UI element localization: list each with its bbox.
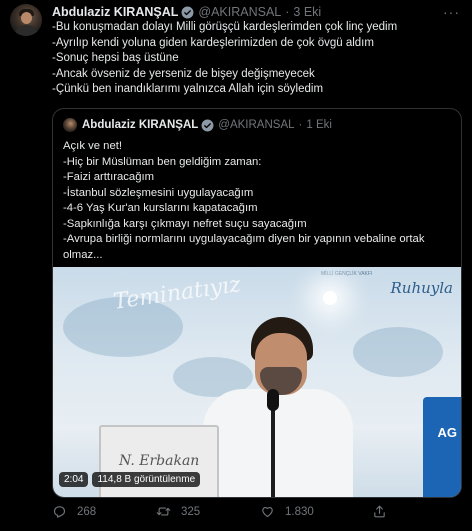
heart-icon xyxy=(262,507,273,518)
quoted-text-line: -Avrupa birliği normlarını uygulayacağım… xyxy=(63,233,425,245)
author-avatar[interactable] xyxy=(10,4,42,36)
like-button[interactable]: 1.830 xyxy=(260,504,314,519)
quoted-text-line: Açık ve net! xyxy=(63,140,123,152)
quoted-author-avatar xyxy=(63,118,77,132)
quoted-tweet-text: Açık ve net! -Hiç bir Müslüman ben geldi… xyxy=(63,139,453,263)
tweet-timestamp[interactable]: 3 Eki xyxy=(293,5,321,19)
video-duration: 2:04 xyxy=(59,472,89,487)
quoted-text-line: -Faizi arttıracağım xyxy=(63,171,155,183)
author-name[interactable]: Abdulaziz KIRANŞAL xyxy=(52,5,178,19)
reply-count: 268 xyxy=(77,505,97,518)
quoted-text-line: olmaz... xyxy=(63,248,103,261)
author-handle[interactable]: @AKIRANSAL xyxy=(198,5,281,19)
quoted-tweet[interactable]: Abdulaziz KIRANŞAL @AKIRANSAL · 1 Eki Aç… xyxy=(52,108,462,498)
video-badges: 2:04 114,8 B görüntülenme xyxy=(59,472,201,487)
quoted-text-line: -4-6 Yaş Kur'an kurslarını kapatacağım xyxy=(63,202,258,214)
quoted-author-handle: @AKIRANSAL xyxy=(218,119,295,131)
quoted-author-name: Abdulaziz KIRANŞAL xyxy=(82,119,199,131)
reply-button[interactable]: 268 xyxy=(52,504,96,519)
tweet-text: -Bu konuşmadan dolayı Milli görüşçü kard… xyxy=(52,20,462,98)
avatar-shoulders xyxy=(14,25,39,36)
tweet: Abdulaziz KIRANŞAL @AKIRANSAL · 3 Eki ··… xyxy=(0,0,472,531)
tweet-actions: 268 325 1.830 xyxy=(52,504,462,522)
tweet-text-line: -Çünkü ben inandıklarımı yalnızca Allah … xyxy=(52,83,324,96)
retweet-button[interactable]: 325 xyxy=(156,504,200,519)
avatar-face xyxy=(21,12,32,24)
microphone xyxy=(267,389,279,411)
video-watermark: Ruhuyla xyxy=(390,279,454,297)
video-watermark-small: MİLLİ GENÇLİK VAKFI xyxy=(321,271,373,277)
separator-dot: · xyxy=(285,5,290,19)
retweet-icon xyxy=(156,507,171,516)
tweet-text-line: -Ayrılıp kendi yoluna giden kardeşlerimi… xyxy=(52,36,374,49)
quoted-text-line: -Sapkınlığa karşı çıkmayı nefret suçu sa… xyxy=(63,217,307,230)
light-flare xyxy=(323,291,337,305)
verified-badge-icon xyxy=(201,119,214,131)
quoted-tweet-header: Abdulaziz KIRANŞAL @AKIRANSAL · 1 Eki xyxy=(63,117,332,133)
verified-badge-icon xyxy=(181,6,194,18)
flag xyxy=(423,397,461,497)
tweet-text-line: -Ancak övseniz de yerseniz de bişey deği… xyxy=(52,67,315,80)
flag-text: AG xyxy=(437,425,458,440)
share-button[interactable] xyxy=(372,504,397,519)
reply-icon xyxy=(53,506,66,518)
tweet-text-line: -Sonuç hepsi baş üstüne xyxy=(52,52,179,65)
separator-dot: · xyxy=(298,119,303,131)
map-background xyxy=(353,327,443,377)
laptop-signature: N. Erbakan xyxy=(119,453,200,469)
video-player[interactable]: Teminatıyız MİLLİ GENÇLİK VAKFI Ruhuyla … xyxy=(53,267,461,497)
retweet-count: 325 xyxy=(181,505,201,518)
like-count: 1.830 xyxy=(285,505,314,518)
more-dots-icon[interactable]: ··· xyxy=(443,4,460,20)
quoted-text-line: -İstanbul sözleşmesini uygulayacağım xyxy=(63,186,254,199)
tweet-text-line: -Bu konuşmadan dolayı Milli görüşçü kard… xyxy=(52,21,398,33)
video-view-count: 114,8 B görüntülenme xyxy=(92,472,201,487)
share-icon xyxy=(374,505,385,518)
video-watermark: Teminatıyız xyxy=(111,272,243,315)
quoted-timestamp: 1 Eki xyxy=(306,119,332,131)
quoted-text-line: -Hiç bir Müslüman ben geldiğim zaman: xyxy=(63,155,262,168)
tweet-header: Abdulaziz KIRANŞAL @AKIRANSAL · 3 Eki xyxy=(52,3,321,21)
